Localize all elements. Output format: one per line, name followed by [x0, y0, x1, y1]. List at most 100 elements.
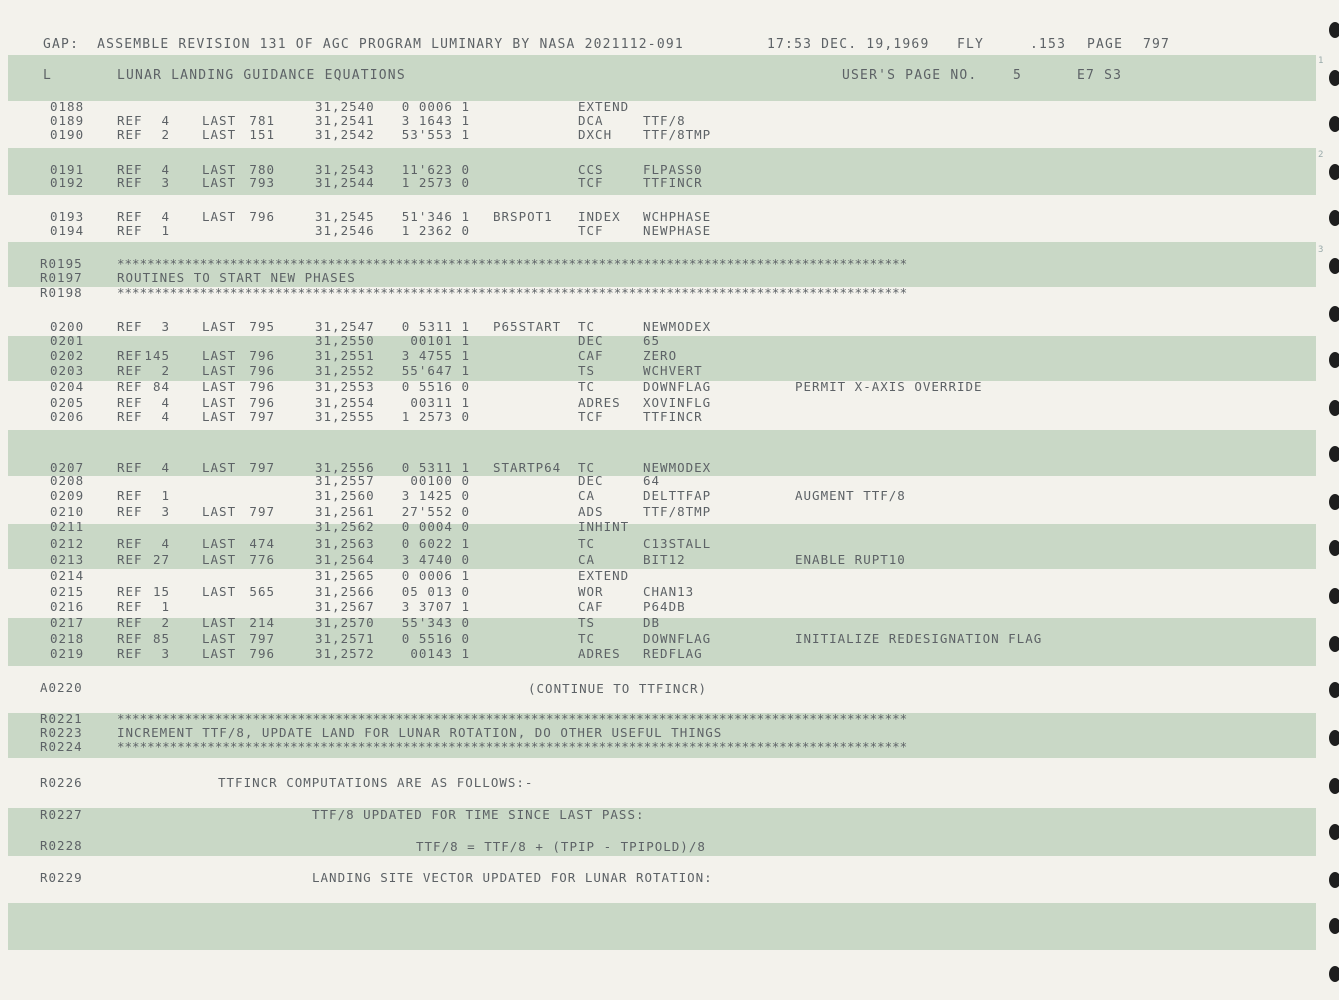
octal-code: 3 4755 1 [401, 348, 470, 363]
address: 31,2540 [315, 99, 375, 114]
asterisk-rule: ****************************************… [117, 285, 908, 300]
comment: AUGMENT TTF/8 [795, 488, 906, 503]
octal-code: 00101 1 [410, 333, 470, 348]
log-mark: L [43, 68, 53, 83]
opcode: DCA [578, 113, 604, 128]
remark-number: R0228 [40, 838, 83, 853]
users-page-label: USER'S PAGE NO. [842, 68, 978, 83]
operand: DELTTFAP [643, 488, 712, 503]
header-fly: FLY [957, 37, 985, 52]
remark-text: TTF/8 = TTF/8 + (TPIP - TPIPOLD)/8 [416, 839, 706, 854]
feed-hole [1329, 918, 1339, 934]
opcode: TCF [578, 223, 604, 238]
feed-hole [1329, 116, 1339, 132]
opcode: TC [578, 319, 596, 334]
operand: P64DB [643, 599, 686, 614]
last-label: LAST [202, 127, 237, 142]
opcode: WOR [578, 584, 604, 599]
last-page: 781 [249, 113, 275, 128]
ref-count: 1 [161, 599, 170, 614]
operand: TTFINCR [643, 175, 703, 190]
feed-hole [1329, 682, 1339, 698]
operand: REDFLAG [643, 646, 703, 661]
last-page: 796 [249, 395, 275, 410]
ref-count: 4 [161, 536, 170, 551]
last-label: LAST [202, 504, 237, 519]
feed-hole [1329, 164, 1339, 180]
opcode: ADRES [578, 646, 621, 661]
line-number: 0214 [50, 568, 85, 583]
operand: TTF/8TMP [643, 127, 712, 142]
symbol-label: STARTP64 [493, 460, 562, 475]
octal-code: 3 3707 1 [401, 599, 470, 614]
octal-code: 00311 1 [410, 395, 470, 410]
operand: TTFINCR [643, 409, 703, 424]
opcode: ADS [578, 504, 604, 519]
opcode: TC [578, 536, 596, 551]
opcode: CAF [578, 348, 604, 363]
feed-hole [1329, 352, 1339, 368]
operand: XOVINFLG [643, 395, 712, 410]
address: 31,2570 [315, 615, 375, 630]
opcode: INDEX [578, 209, 621, 224]
asterisk-rule: ****************************************… [117, 256, 908, 271]
address: 31,2567 [315, 599, 375, 614]
opcode: CAF [578, 599, 604, 614]
feed-hole [1329, 210, 1339, 226]
address: 31,2541 [315, 113, 375, 128]
last-page: 795 [249, 319, 275, 334]
feed-hole [1329, 824, 1339, 840]
ref-count: 2 [161, 363, 170, 378]
last-page: 776 [249, 552, 275, 567]
address: 31,2572 [315, 646, 375, 661]
last-label: LAST [202, 646, 237, 661]
remark-number: R0223 [40, 725, 83, 740]
operand: DOWNFLAG [643, 631, 712, 646]
last-page: 793 [249, 175, 275, 190]
ref-count: 4 [161, 395, 170, 410]
operand: C13STALL [643, 536, 712, 551]
comment: INITIALIZE REDESIGNATION FLAG [795, 631, 1043, 646]
last-label: LAST [202, 631, 237, 646]
section-code: E7 S3 [1077, 68, 1123, 83]
feed-hole [1329, 966, 1339, 982]
opcode: INHINT [578, 519, 630, 534]
operand: TTF/8 [643, 113, 686, 128]
address: 31,2554 [315, 395, 375, 410]
opcode: TC [578, 631, 596, 646]
last-page: 796 [249, 348, 275, 363]
feed-hole [1329, 400, 1339, 416]
address: 31,2552 [315, 363, 375, 378]
comment: PERMIT X-AXIS OVERRIDE [795, 379, 983, 394]
octal-code: 51'346 1 [401, 209, 470, 224]
line-number: 0188 [50, 99, 85, 114]
opcode: DXCH [578, 127, 613, 142]
feed-hole [1329, 70, 1339, 86]
asterisk-rule: ****************************************… [117, 711, 908, 726]
octal-code: 1 2573 0 [401, 409, 470, 424]
octal-code: 0 6022 1 [401, 536, 470, 551]
address: 31,2561 [315, 504, 375, 519]
ref-count: 145 [144, 348, 170, 363]
remark-number: R0221 [40, 711, 83, 726]
section-title: LUNAR LANDING GUIDANCE EQUATIONS [117, 68, 406, 83]
operand: ZERO [643, 348, 678, 363]
operand: BIT12 [643, 552, 686, 567]
remark-text: TTF/8 UPDATED FOR TIME SINCE LAST PASS: [312, 807, 645, 822]
feed-hole [1329, 778, 1339, 794]
ref-count: 2 [161, 615, 170, 630]
address: 31,2547 [315, 319, 375, 334]
address: 31,2542 [315, 127, 375, 142]
last-page: 214 [249, 615, 275, 630]
last-label: LAST [202, 319, 237, 334]
asterisk-rule: ****************************************… [117, 739, 908, 754]
feed-hole [1329, 22, 1339, 38]
feed-hole [1329, 494, 1339, 510]
last-page: 797 [249, 409, 275, 424]
header-page-number: 797 [1143, 37, 1171, 52]
last-label: LAST [202, 536, 237, 551]
ref-count: 4 [161, 209, 170, 224]
ref-count: 3 [161, 504, 170, 519]
octal-code: 00143 1 [410, 646, 470, 661]
margin-mark: 2 [1318, 150, 1325, 160]
